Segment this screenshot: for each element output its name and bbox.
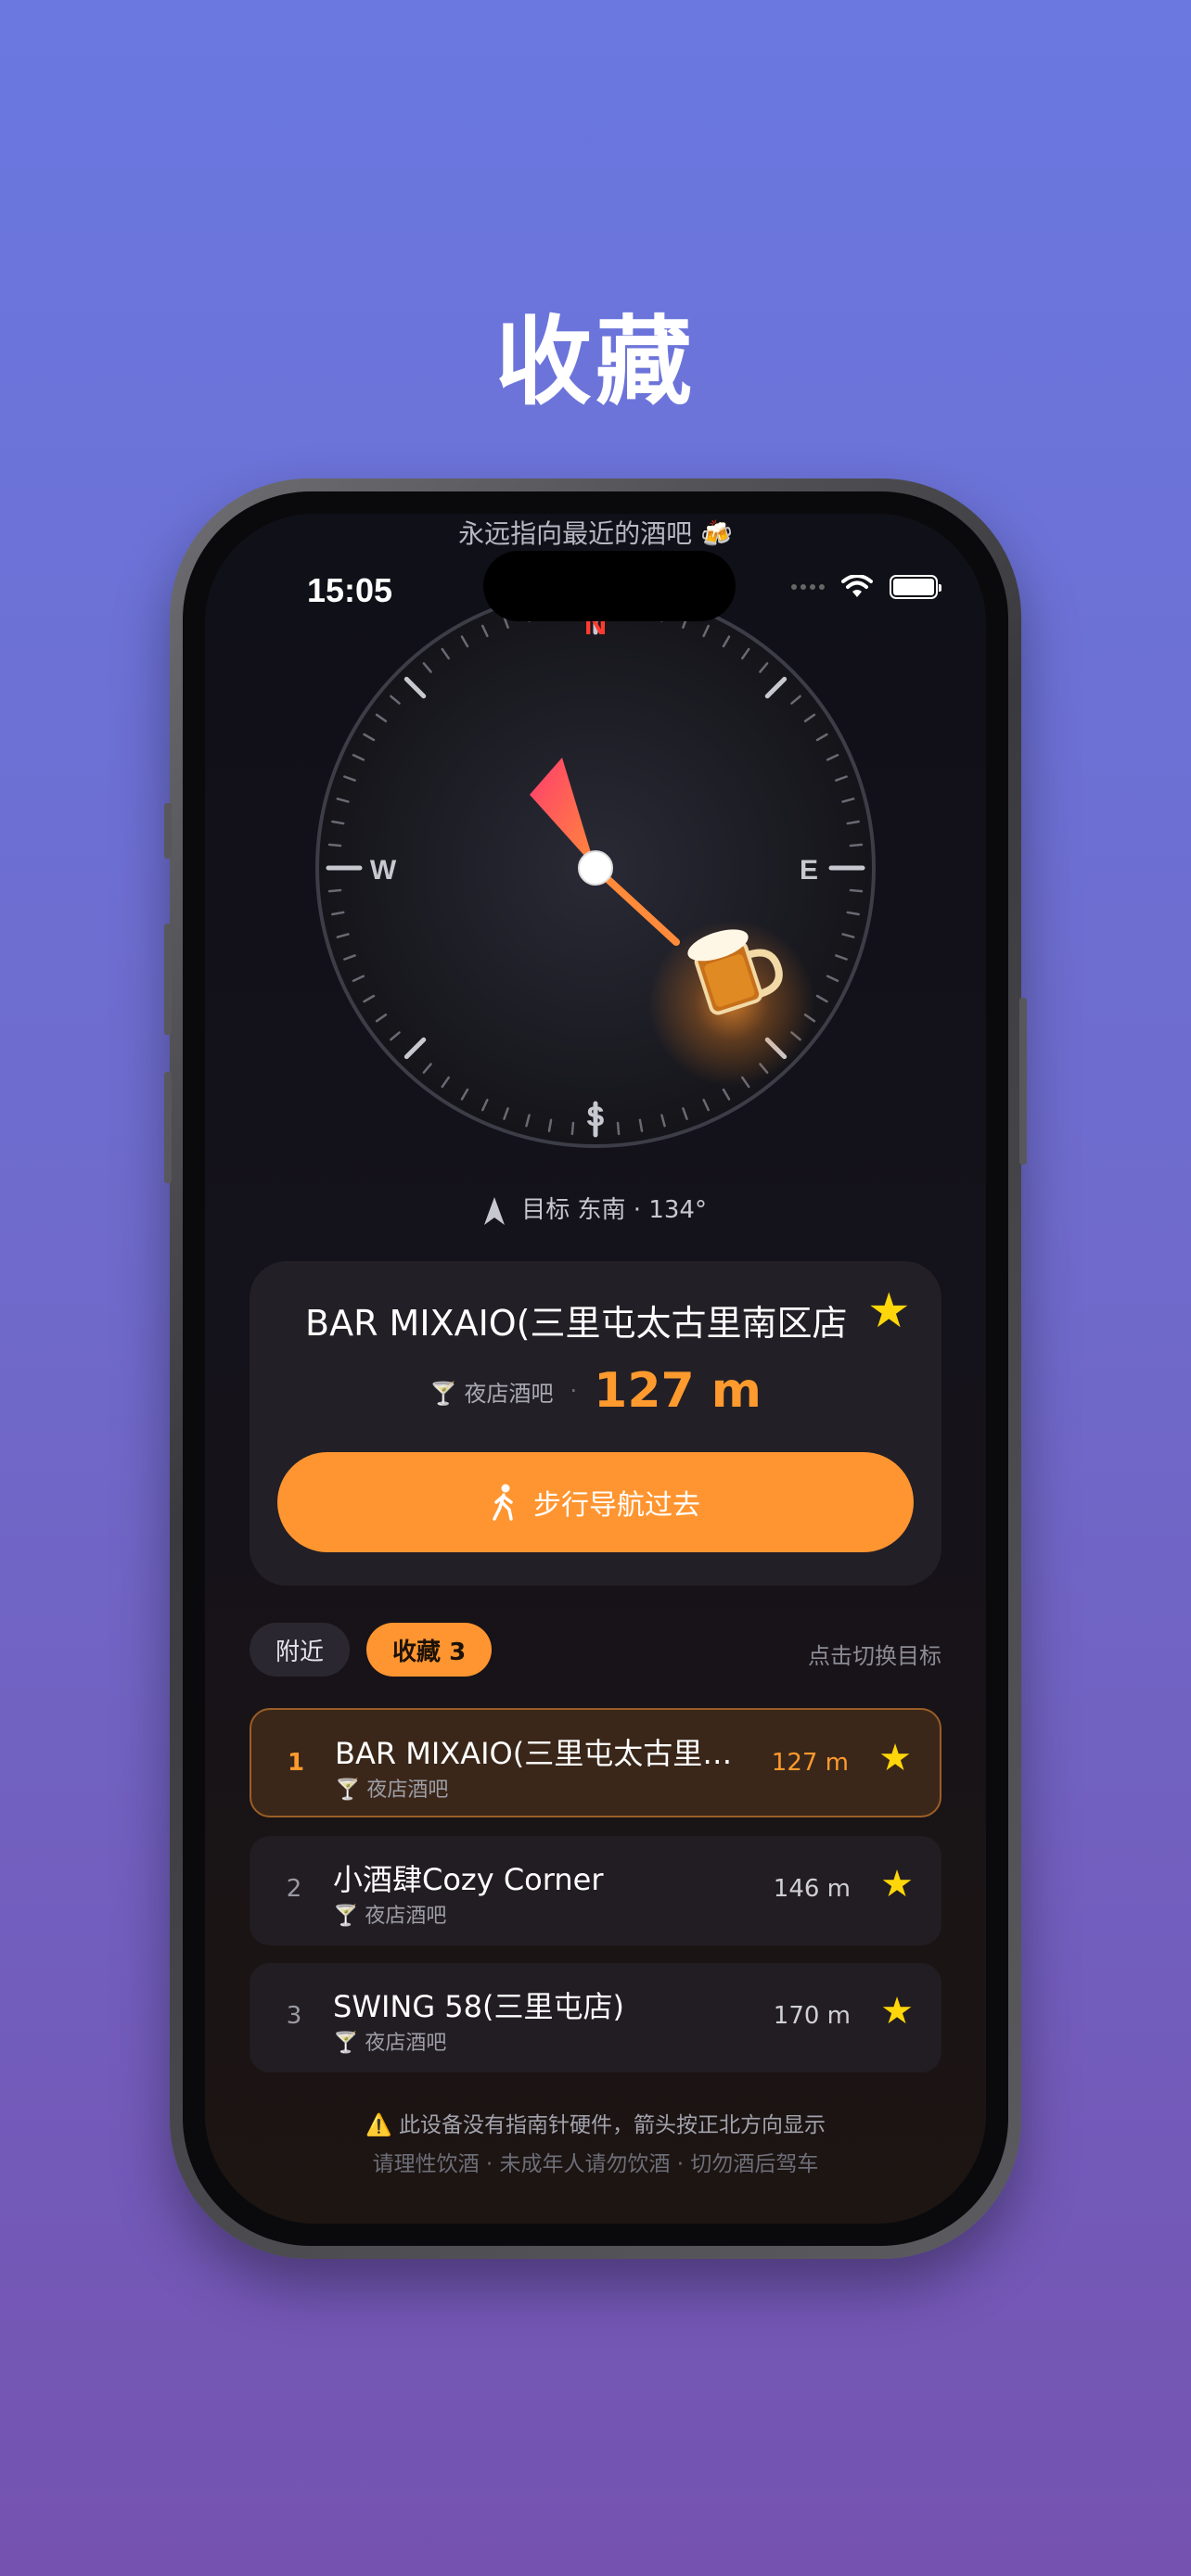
compass-dial: N E S W bbox=[315, 588, 876, 1148]
list-item-category: 🍸 夜店酒吧 bbox=[333, 2032, 447, 2055]
walk-navigation-button[interactable]: 步行导航过去 bbox=[277, 1452, 914, 1552]
compass-south-label: S bbox=[586, 1102, 605, 1132]
signal-icon bbox=[791, 584, 825, 590]
status-time: 15:05 bbox=[307, 571, 393, 609]
volume-down-button bbox=[164, 1072, 172, 1183]
compass-east-label: E bbox=[800, 855, 818, 886]
navigation-arrow-icon bbox=[484, 1196, 506, 1225]
list-item[interactable]: 2 小酒肆Cozy Corner 🍸 夜店酒吧 146 m ★ bbox=[250, 1836, 941, 1945]
target-direction: 目标 东南 · 134° bbox=[205, 1191, 986, 1225]
no-compass-warning: ⚠️ 此设备没有指南针硬件，箭头按正北方向显示 bbox=[365, 2113, 826, 2137]
volume-up-button bbox=[164, 924, 172, 1035]
list-item-rank: 2 bbox=[286, 1875, 302, 1903]
tab-favorites[interactable]: 收藏 3 bbox=[366, 1623, 493, 1677]
compass-tick bbox=[616, 1121, 621, 1136]
selected-bar-card: BAR MIXAIO(三里屯太古里南区店 ★ 🍸 夜店酒吧 · 127 m 步行… bbox=[250, 1261, 941, 1586]
list-item-name: BAR MIXAIO(三里屯太古里… bbox=[335, 1736, 733, 1771]
compass: N E S W bbox=[205, 514, 986, 1256]
compass-tick bbox=[570, 1121, 575, 1136]
target-direction-label: 目标 东南 · 134° bbox=[521, 1196, 707, 1224]
phone-bezel: 永远指向最近的酒吧 🍻 N E S W 15:05 目标 东南 · 134° B… bbox=[183, 491, 1008, 2246]
walking-person-icon bbox=[493, 1484, 513, 1521]
list-item-distance: 146 m bbox=[773, 1875, 851, 1903]
favorite-star-icon[interactable]: ★ bbox=[878, 1740, 912, 1777]
list-item-distance: 170 m bbox=[773, 2002, 851, 2030]
list-item-name: 小酒肆Cozy Corner bbox=[333, 1862, 604, 1897]
selected-bar-meta: 🍸 夜店酒吧 · 127 m bbox=[250, 1363, 941, 1419]
page-title: 收藏 bbox=[494, 305, 696, 418]
favorite-star-icon[interactable]: ★ bbox=[880, 1993, 914, 2030]
selected-bar-name: BAR MIXAIO(三里屯太古里南区店 bbox=[305, 1303, 848, 1344]
phone-frame: 永远指向最近的酒吧 🍻 N E S W 15:05 目标 东南 · 134° B… bbox=[164, 478, 1027, 2259]
wifi-icon bbox=[841, 575, 873, 597]
walk-navigation-label: 步行导航过去 bbox=[533, 1490, 700, 1521]
list-item-category: 🍸 夜店酒吧 bbox=[335, 1779, 449, 1802]
tab-nearby[interactable]: 附近 bbox=[250, 1623, 351, 1677]
list-item-rank: 1 bbox=[287, 1749, 305, 1777]
compass-tick bbox=[327, 843, 342, 848]
battery-icon bbox=[890, 575, 941, 599]
action-button bbox=[164, 803, 172, 859]
favorite-star-icon[interactable]: ★ bbox=[880, 1866, 914, 1903]
favorite-star-icon[interactable]: ★ bbox=[867, 1287, 911, 1335]
compass-tick bbox=[849, 888, 864, 893]
selected-bar-category: 🍸 夜店酒吧 bbox=[429, 1380, 554, 1407]
list-item-rank: 3 bbox=[286, 2002, 302, 2030]
compass-tick bbox=[849, 843, 864, 848]
compass-west-label: W bbox=[370, 855, 397, 886]
list-item-name: SWING 58(三里屯店) bbox=[333, 1989, 624, 2024]
drinking-disclaimer: 请理性饮酒 · 未成年人请勿饮酒 · 切勿酒后驾车 bbox=[372, 2152, 819, 2176]
power-button bbox=[1019, 998, 1027, 1165]
compass-pivot bbox=[578, 850, 613, 886]
list-item[interactable]: 3 SWING 58(三里屯店) 🍸 夜店酒吧 170 m ★ bbox=[250, 1963, 941, 2072]
list-item[interactable]: 1 BAR MIXAIO(三里屯太古里… 🍸 夜店酒吧 127 m ★ bbox=[250, 1708, 941, 1817]
compass-tick bbox=[327, 888, 342, 893]
status-icons bbox=[780, 573, 941, 601]
list-tabs: 附近 收藏 3 bbox=[250, 1623, 493, 1677]
list-item-category: 🍸 夜店酒吧 bbox=[333, 1905, 447, 1928]
switch-target-hint: 点击切换目标 bbox=[808, 1643, 941, 1669]
list-item-distance: 127 m bbox=[771, 1749, 849, 1777]
dynamic-island bbox=[483, 551, 736, 621]
selected-bar-distance: 127 m bbox=[594, 1363, 762, 1419]
app-screen: 永远指向最近的酒吧 🍻 N E S W 15:05 目标 东南 · 134° B… bbox=[205, 514, 986, 2224]
meta-separator: · bbox=[570, 1378, 578, 1404]
